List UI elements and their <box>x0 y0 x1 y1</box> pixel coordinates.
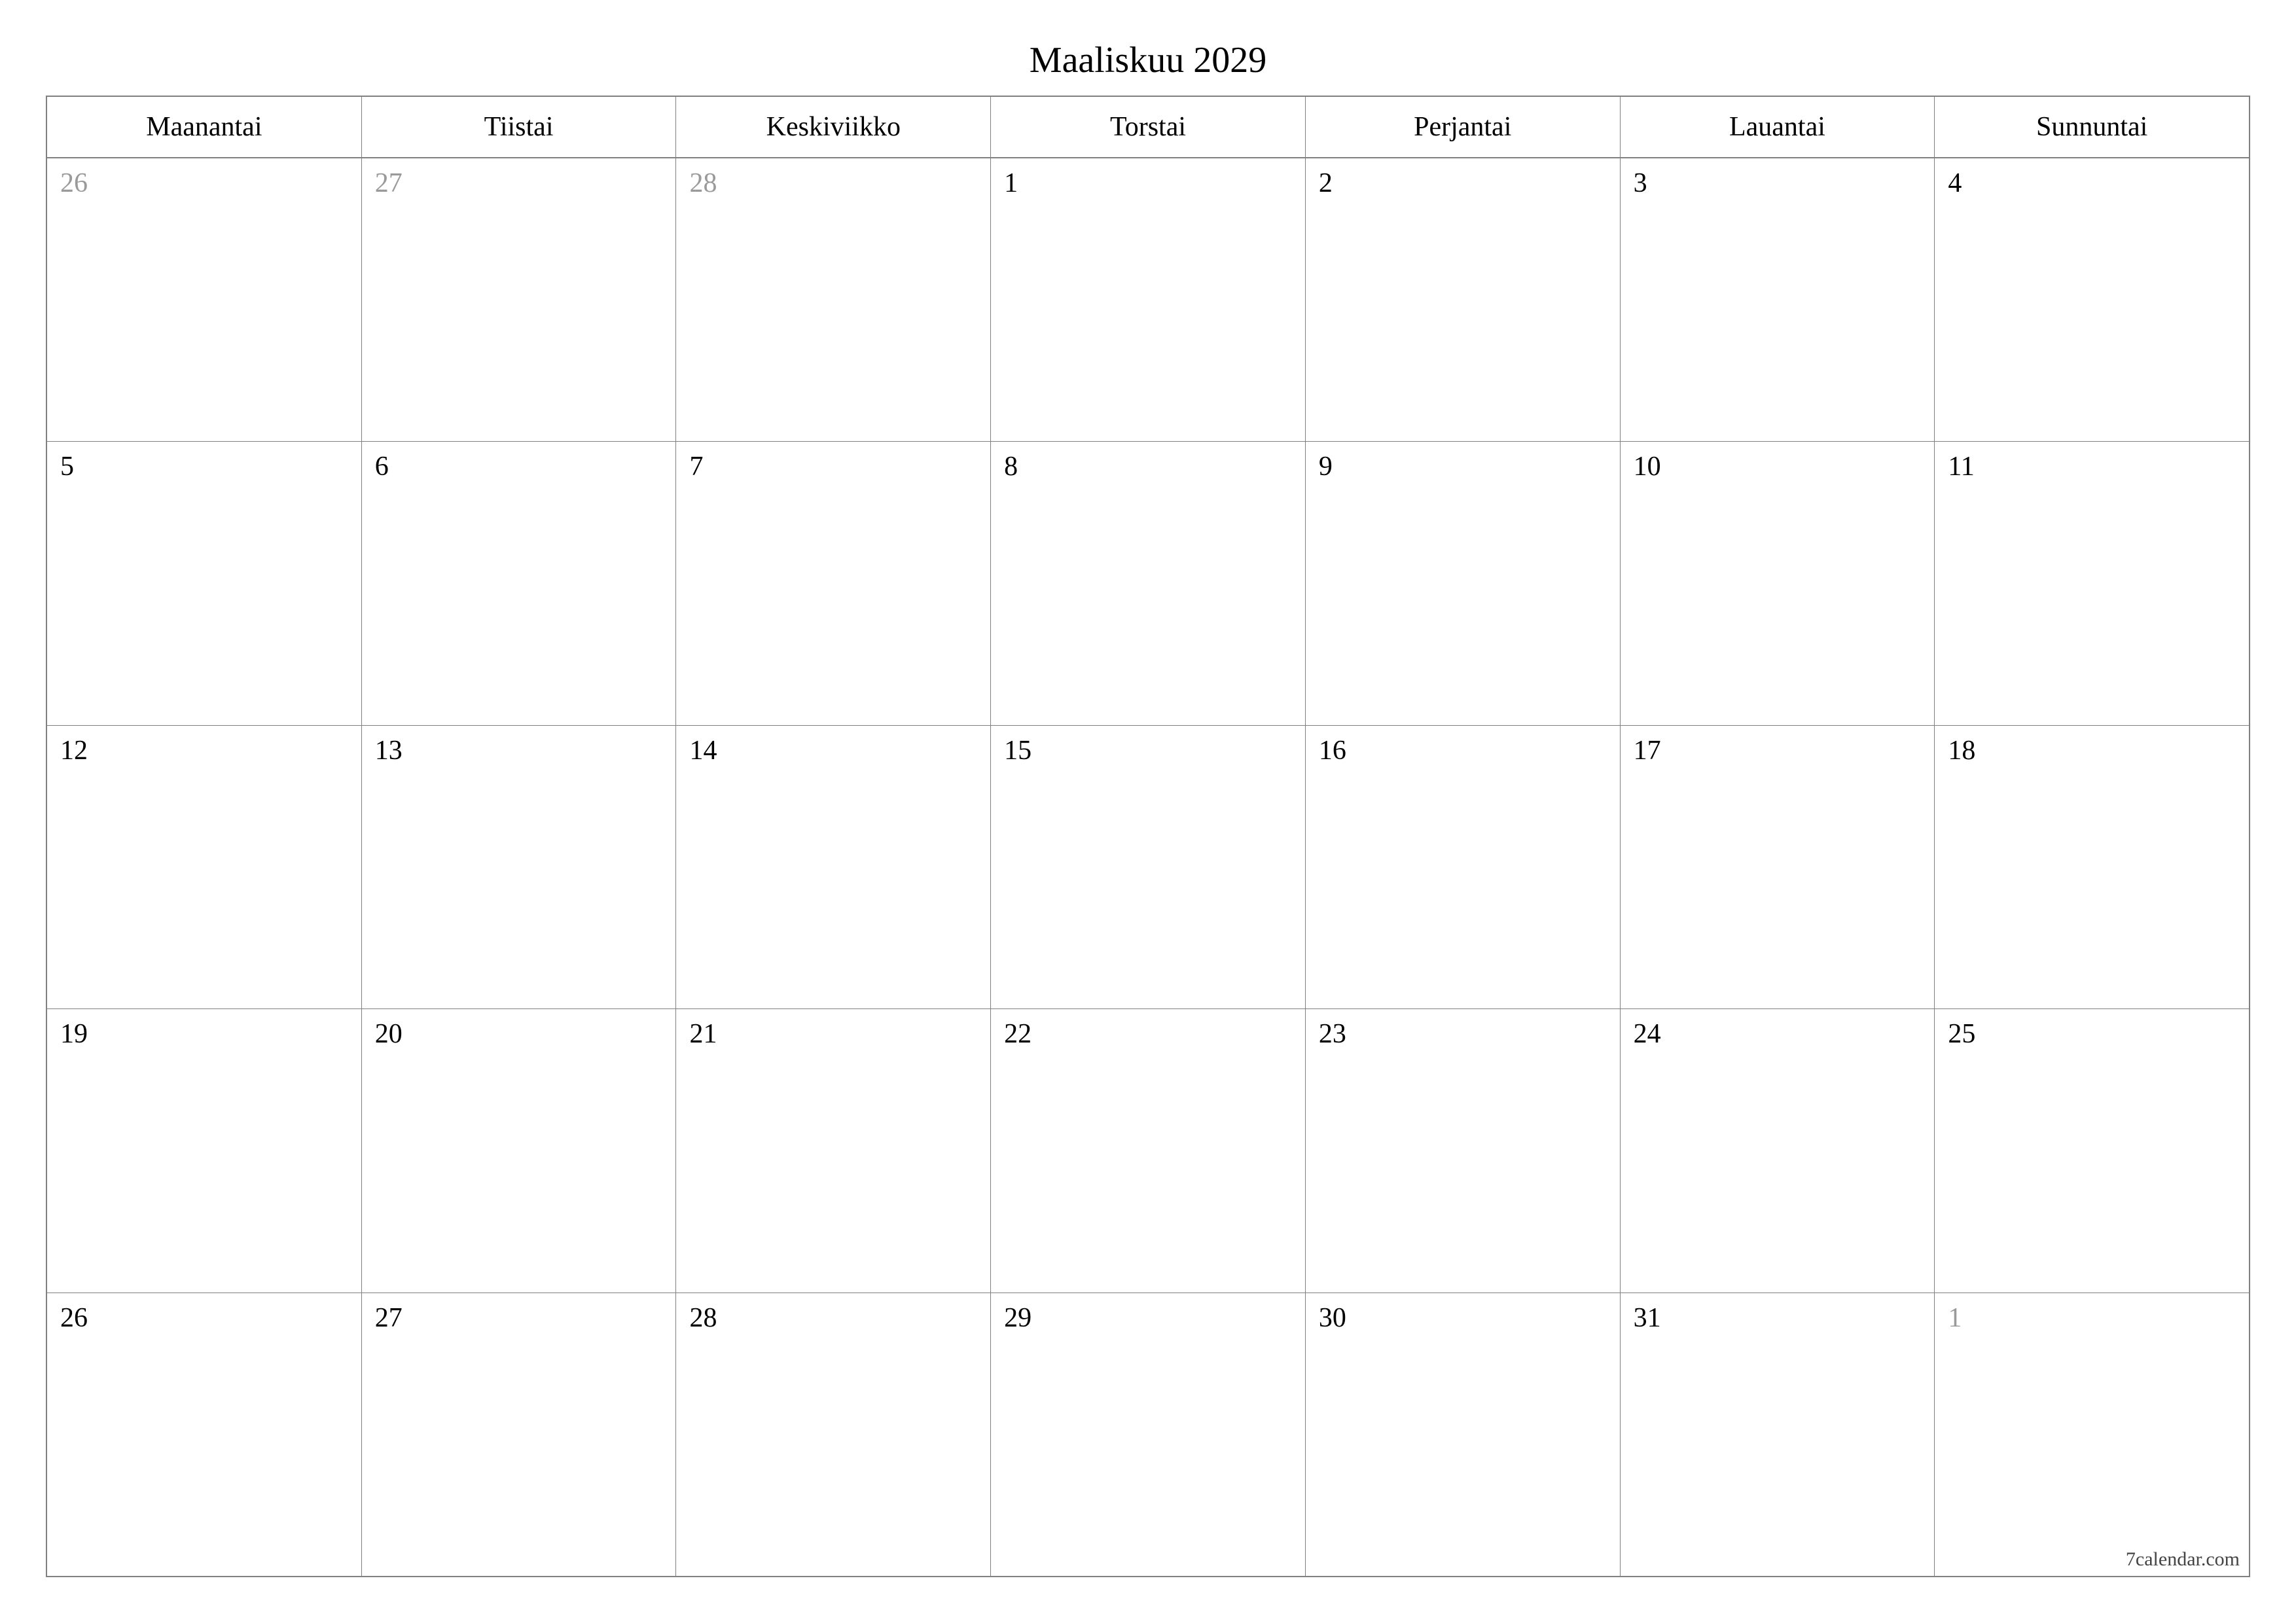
weekday-header: Sunnuntai <box>1935 97 2249 157</box>
day-cell: 31 <box>1621 1293 1935 1576</box>
day-number: 23 <box>1319 1019 1346 1049</box>
day-number: 27 <box>375 168 403 198</box>
day-number: 9 <box>1319 452 1333 482</box>
day-cell: 5 <box>47 442 362 724</box>
day-number: 5 <box>60 452 74 482</box>
day-cell: 26 <box>47 1293 362 1576</box>
day-number: 21 <box>689 1019 717 1049</box>
day-cell: 8 <box>991 442 1306 724</box>
weekday-header: Torstai <box>991 97 1306 157</box>
day-number: 29 <box>1004 1303 1031 1333</box>
day-number: 3 <box>1634 168 1647 198</box>
weekday-header: Maanantai <box>47 97 362 157</box>
day-cell: 29 <box>991 1293 1306 1576</box>
day-cell: 28 <box>676 158 991 441</box>
day-number: 14 <box>689 736 717 766</box>
day-cell: 7 <box>676 442 991 724</box>
credit-text: 7calendar.com <box>2126 1548 2240 1571</box>
day-cell: 4 <box>1935 158 2249 441</box>
day-cell: 9 <box>1306 442 1621 724</box>
day-number: 2 <box>1319 168 1333 198</box>
weeks-container: 26 27 28 1 2 3 4 5 6 7 8 9 10 11 12 13 1… <box>47 158 2249 1576</box>
day-number: 8 <box>1004 452 1018 482</box>
week-row: 26 27 28 29 30 31 1 <box>47 1293 2249 1576</box>
day-cell: 13 <box>362 726 677 1008</box>
calendar-grid: Maanantai Tiistai Keskiviikko Torstai Pe… <box>46 96 2250 1577</box>
week-row: 26 27 28 1 2 3 4 <box>47 158 2249 442</box>
weekday-header: Tiistai <box>362 97 677 157</box>
day-cell: 3 <box>1621 158 1935 441</box>
weekday-header: Perjantai <box>1306 97 1621 157</box>
day-number: 12 <box>60 736 88 766</box>
day-number: 11 <box>1948 452 1974 482</box>
day-number: 18 <box>1948 736 1975 766</box>
day-number: 24 <box>1634 1019 1661 1049</box>
day-cell: 19 <box>47 1009 362 1292</box>
day-cell: 25 <box>1935 1009 2249 1292</box>
day-number: 7 <box>689 452 703 482</box>
day-cell: 22 <box>991 1009 1306 1292</box>
day-cell: 27 <box>362 158 677 441</box>
day-number: 13 <box>375 736 403 766</box>
day-cell: 15 <box>991 726 1306 1008</box>
weekday-header: Keskiviikko <box>676 97 991 157</box>
day-cell: 21 <box>676 1009 991 1292</box>
week-row: 12 13 14 15 16 17 18 <box>47 726 2249 1009</box>
day-cell: 14 <box>676 726 991 1008</box>
weekday-header-row: Maanantai Tiistai Keskiviikko Torstai Pe… <box>47 97 2249 158</box>
calendar-page: Maaliskuu 2029 Maanantai Tiistai Keskivi… <box>0 0 2296 1623</box>
day-cell: 16 <box>1306 726 1621 1008</box>
day-number: 25 <box>1948 1019 1975 1049</box>
day-cell: 12 <box>47 726 362 1008</box>
day-number: 6 <box>375 452 389 482</box>
day-number: 15 <box>1004 736 1031 766</box>
day-cell: 11 <box>1935 442 2249 724</box>
day-cell: 10 <box>1621 442 1935 724</box>
day-number: 17 <box>1634 736 1661 766</box>
day-number: 1 <box>1948 1303 1962 1333</box>
day-number: 19 <box>60 1019 88 1049</box>
day-cell: 1 <box>991 158 1306 441</box>
day-number: 4 <box>1948 168 1962 198</box>
week-row: 19 20 21 22 23 24 25 <box>47 1009 2249 1293</box>
day-number: 31 <box>1634 1303 1661 1333</box>
day-cell: 18 <box>1935 726 2249 1008</box>
day-cell: 26 <box>47 158 362 441</box>
day-number: 27 <box>375 1303 403 1333</box>
weekday-header: Lauantai <box>1621 97 1935 157</box>
week-row: 5 6 7 8 9 10 11 <box>47 442 2249 725</box>
day-cell: 27 <box>362 1293 677 1576</box>
day-cell: 1 <box>1935 1293 2249 1576</box>
day-number: 26 <box>60 168 88 198</box>
day-cell: 20 <box>362 1009 677 1292</box>
day-cell: 28 <box>676 1293 991 1576</box>
day-cell: 6 <box>362 442 677 724</box>
day-cell: 30 <box>1306 1293 1621 1576</box>
day-number: 30 <box>1319 1303 1346 1333</box>
day-number: 20 <box>375 1019 403 1049</box>
day-number: 16 <box>1319 736 1346 766</box>
day-number: 10 <box>1634 452 1661 482</box>
day-number: 28 <box>689 168 717 198</box>
day-number: 28 <box>689 1303 717 1333</box>
day-cell: 24 <box>1621 1009 1935 1292</box>
day-number: 26 <box>60 1303 88 1333</box>
day-number: 1 <box>1004 168 1018 198</box>
day-cell: 17 <box>1621 726 1935 1008</box>
day-number: 22 <box>1004 1019 1031 1049</box>
page-title: Maaliskuu 2029 <box>46 39 2250 81</box>
day-cell: 23 <box>1306 1009 1621 1292</box>
day-cell: 2 <box>1306 158 1621 441</box>
